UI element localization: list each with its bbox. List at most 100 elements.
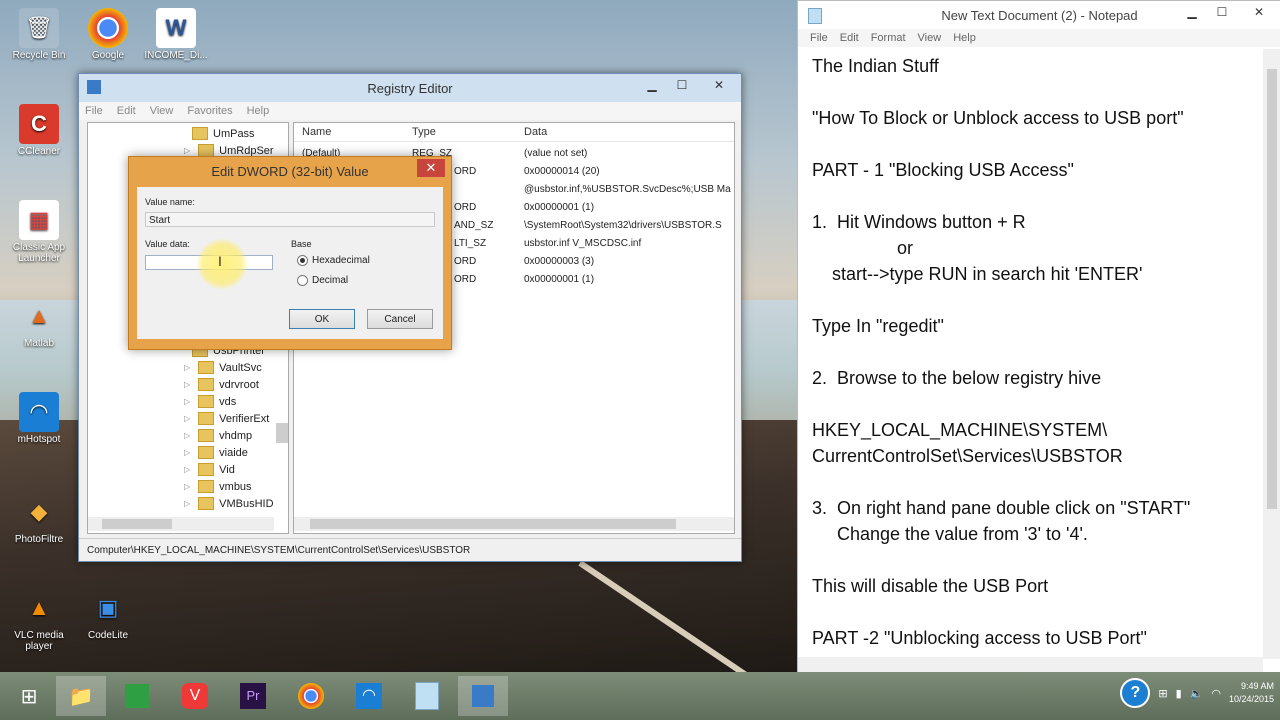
edit-dword-dialog[interactable]: Edit DWORD (32-bit) Value ✕ Value name: … <box>128 156 452 350</box>
dialog-close-button[interactable]: ✕ <box>417 159 445 177</box>
expand-arrow-icon[interactable]: ▷ <box>184 431 190 440</box>
tree-item[interactable]: ▷ Vid <box>184 461 235 478</box>
expand-arrow-icon[interactable]: ▷ <box>184 146 190 155</box>
word-doc-icon: W <box>156 8 196 48</box>
tree-item[interactable]: ▷ vhdmp <box>184 427 252 444</box>
desktop-icon-codelite[interactable]: ▣ CodeLite <box>72 588 144 641</box>
chrome-icon[interactable] <box>286 676 336 716</box>
codelite-icon: ▣ <box>97 595 119 620</box>
regedit-icon[interactable] <box>458 676 508 716</box>
column-type[interactable]: Type <box>412 126 436 138</box>
expand-arrow-icon[interactable]: ▷ <box>184 397 190 406</box>
folder-icon <box>198 361 215 374</box>
list-horizontal-scrollbar[interactable] <box>294 517 734 531</box>
desktop-icon-photofiltre[interactable]: ◆ PhotoFiltre <box>3 492 75 545</box>
menu-help[interactable]: Help <box>953 32 976 44</box>
vivaldi-icon[interactable]: V <box>170 676 220 716</box>
column-data[interactable]: Data <box>524 126 547 138</box>
wifi-tray-icon[interactable]: ◠ <box>1211 687 1221 700</box>
dialog-titlebar[interactable]: Edit DWORD (32-bit) Value ✕ <box>129 157 451 185</box>
scrollbar-thumb[interactable] <box>102 519 172 529</box>
scrollbar-thumb[interactable] <box>1267 69 1277 509</box>
expand-arrow-icon[interactable]: ▷ <box>184 482 190 491</box>
volume-icon[interactable]: 🔈 <box>1190 687 1204 700</box>
tree-item[interactable]: ▷ vmbus <box>184 478 252 495</box>
minimize-button[interactable]: ▁ <box>637 74 667 96</box>
menu-edit[interactable]: Edit <box>117 105 136 117</box>
wifi-icon: ◠ <box>19 392 59 432</box>
ok-button[interactable]: OK <box>289 309 355 329</box>
notepad-window[interactable]: New Text Document (2) - Notepad ▁ ☐ ✕ Fi… <box>797 0 1280 674</box>
maximize-button[interactable]: ☐ <box>1207 1 1237 23</box>
menu-view[interactable]: View <box>150 105 174 117</box>
store-icon[interactable] <box>112 676 162 716</box>
desktop-icon-ccleaner[interactable]: C CCleaner <box>3 104 75 157</box>
expand-arrow-icon[interactable]: ▷ <box>184 380 190 389</box>
menu-favorites[interactable]: Favorites <box>187 105 232 117</box>
menu-file[interactable]: File <box>810 32 828 44</box>
tree-vertical-scrollbar-thumb[interactable] <box>276 423 288 443</box>
maximize-button[interactable]: ☐ <box>667 74 697 96</box>
value-name-field: Start <box>145 212 435 227</box>
folder-icon <box>198 446 215 459</box>
expand-arrow-icon[interactable]: ▷ <box>184 448 190 457</box>
close-button[interactable]: ✕ <box>1237 1 1280 23</box>
registry-statusbar: Computer\HKEY_LOCAL_MACHINE\SYSTEM\Curre… <box>79 538 741 561</box>
premiere-icon[interactable]: Pr <box>228 676 278 716</box>
column-name[interactable]: Name <box>302 126 331 138</box>
notepad-text-area[interactable]: The Indian Stuff "How To Block or Unbloc… <box>812 53 1252 651</box>
file-explorer-icon[interactable]: 📁 <box>56 676 106 716</box>
notepad-horizontal-scrollbar[interactable] <box>798 657 1263 673</box>
tree-item[interactable]: ▷ viaide <box>184 444 248 461</box>
wifi-icon[interactable]: ◠ <box>344 676 394 716</box>
expand-arrow-icon[interactable]: ▷ <box>184 499 190 508</box>
cancel-button[interactable]: Cancel <box>367 309 433 329</box>
expand-arrow-icon[interactable]: ▷ <box>184 414 190 423</box>
tree-item[interactable]: UmPass <box>184 125 255 142</box>
base-label: Base <box>291 239 312 249</box>
scrollbar-thumb[interactable] <box>310 519 676 529</box>
desktop-icon-recycle-bin[interactable]: 🗑 Recycle Bin <box>3 8 75 61</box>
tree-item[interactable]: ▷ VaultSvc <box>184 359 262 376</box>
folder-icon <box>198 412 215 425</box>
notepad-vertical-scrollbar[interactable] <box>1263 49 1280 659</box>
menu-view[interactable]: View <box>918 32 942 44</box>
registry-titlebar[interactable]: Registry Editor ▁ ☐ ✕ <box>79 74 741 102</box>
tree-horizontal-scrollbar[interactable] <box>88 517 274 531</box>
notepad-titlebar[interactable]: New Text Document (2) - Notepad ▁ ☐ ✕ <box>798 1 1280 29</box>
value-data-label: Value data: <box>145 239 190 249</box>
desktop-icon-income-doc[interactable]: W INCOME_Di... <box>140 8 212 61</box>
decimal-radio[interactable]: Decimal <box>297 275 348 286</box>
tree-item[interactable]: ▷ vds <box>184 393 236 410</box>
tree-item[interactable]: ▷ vdrvroot <box>184 376 259 393</box>
start-icon[interactable]: ⊞ <box>4 676 54 716</box>
expand-arrow-icon[interactable]: ▷ <box>184 465 190 474</box>
notepad-menubar: File Edit Format View Help <box>798 29 1280 47</box>
minimize-button[interactable]: ▁ <box>1177 1 1207 23</box>
folder-icon <box>198 395 215 408</box>
value-name-label: Value name: <box>145 197 195 207</box>
hexadecimal-radio[interactable]: Hexadecimal <box>297 255 370 266</box>
network-icon[interactable]: ▮ <box>1176 687 1182 700</box>
close-button[interactable]: ✕ <box>697 74 741 96</box>
radio-selected-icon <box>297 255 308 266</box>
notepad-icon[interactable] <box>402 676 452 716</box>
tree-item[interactable]: ▷ VMBusHID <box>184 495 274 512</box>
expand-arrow-icon[interactable]: ▷ <box>184 363 190 372</box>
desktop-icon-vlc[interactable]: ▲ VLC media player <box>3 588 75 652</box>
tree-item[interactable]: ▷ VerifierExt <box>184 410 269 427</box>
desktop-icon-google[interactable]: Google <box>72 8 144 61</box>
desktop-icon-app-launcher[interactable]: ▦ Classic App Launcher <box>3 200 75 264</box>
desktop-icon-mhotspot[interactable]: ◠ mHotspot <box>3 392 75 445</box>
menu-format[interactable]: Format <box>871 32 906 44</box>
menu-help[interactable]: Help <box>247 105 270 117</box>
menu-file[interactable]: File <box>85 105 103 117</box>
registry-menubar: File Edit View Favorites Help <box>79 102 741 120</box>
desktop-icon-matlab[interactable]: ▲ Matlab <box>3 296 75 349</box>
help-icon[interactable]: ? <box>1120 678 1151 708</box>
dialog-title: Edit DWORD (32-bit) Value <box>211 163 369 179</box>
action-center-icon[interactable]: ⊞ <box>1158 687 1167 700</box>
matlab-icon: ▲ <box>28 303 50 328</box>
clock[interactable]: 9:49 AM 10/24/2015 <box>1229 680 1274 706</box>
menu-edit[interactable]: Edit <box>840 32 859 44</box>
